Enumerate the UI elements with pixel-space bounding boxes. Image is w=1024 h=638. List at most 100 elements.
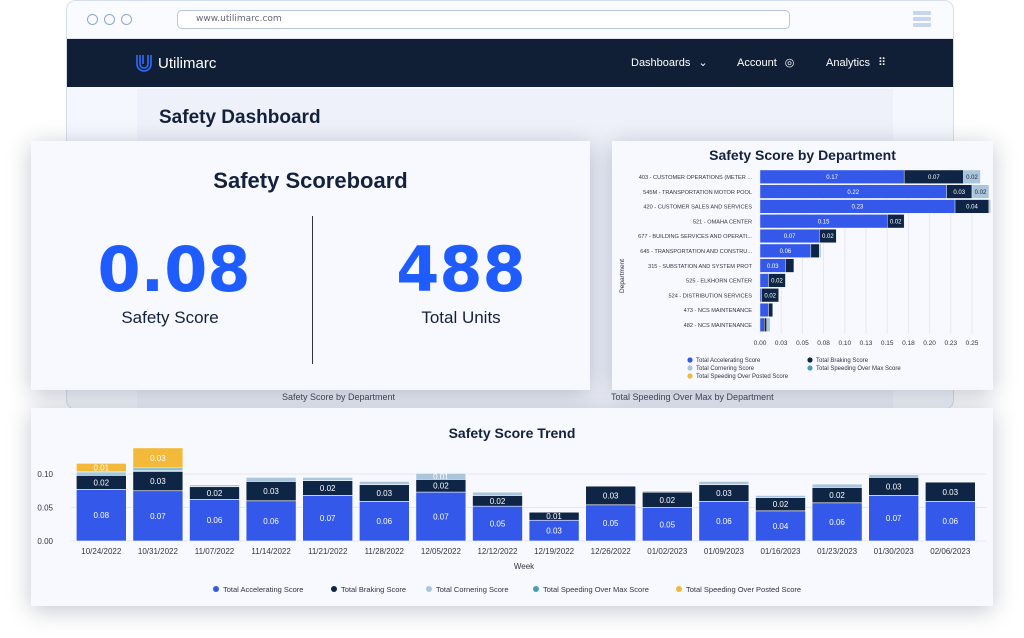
legend-label: Total Braking Score — [816, 358, 869, 364]
legend-marker — [213, 586, 219, 592]
data-label: 0.02 — [773, 500, 789, 509]
x-tick-label: 11/21/2022 — [308, 547, 348, 556]
legend-marker — [807, 357, 813, 363]
safety-score-label: Safety Score — [121, 308, 219, 327]
bar-segment — [868, 474, 920, 478]
nav-label: Analytics — [826, 56, 871, 69]
nav-dashboards[interactable]: Dashboards ⌄ — [631, 56, 708, 70]
background-chart-label: Total Speeding Over Max by Department — [611, 392, 774, 402]
nav-account[interactable]: Account ◎ — [737, 56, 794, 70]
total-units-value: 488 — [396, 233, 526, 306]
data-label: 0.01 — [94, 463, 110, 472]
legend-marker — [687, 373, 693, 379]
data-label: 0.07 — [886, 514, 902, 523]
grid-icon: ⠿ — [878, 57, 887, 69]
category-label: 645 - TRANSPORTATION AND CONSTRU... — [640, 249, 752, 255]
background-chart-label: Safety Score by Department — [282, 392, 396, 402]
legend-label: Total Cornering Score — [696, 366, 755, 372]
data-label: 0.07 — [784, 234, 796, 240]
category-label: 524 - DISTRIBUTION SERVICES — [668, 293, 752, 299]
data-label: 0.03 — [150, 454, 166, 463]
data-label: 0.07 — [433, 513, 449, 522]
bar-segment — [585, 485, 637, 487]
x-tick-label: 12/19/2022 — [534, 547, 575, 556]
x-tick-label: 11/28/2022 — [365, 547, 405, 556]
bar-segment — [768, 302, 773, 317]
url-bar[interactable]: www.utilimarc.com — [177, 10, 790, 29]
nav-analytics[interactable]: Analytics ⠿ — [826, 56, 887, 70]
category-label: 482 - NCS MAINTENANCE — [684, 323, 753, 329]
bar-segment — [759, 302, 769, 317]
bar-segment — [759, 273, 769, 288]
category-label: 315 - SUBSTATION AND SYSTEM PROT — [648, 264, 753, 270]
bar-segment — [924, 481, 976, 483]
bar-segment — [811, 483, 863, 488]
data-label: 0.06 — [943, 517, 959, 526]
legend-marker — [426, 586, 432, 592]
data-label: 0.02 — [771, 279, 783, 285]
safety-score-value: 0.08 — [97, 233, 251, 306]
window-dot-icon[interactable] — [87, 14, 98, 25]
window-dot-icon[interactable] — [121, 14, 132, 25]
nav-label: Account — [737, 56, 777, 69]
x-tick-label: 01/09/2023 — [704, 547, 745, 556]
window-dot-icon[interactable] — [104, 14, 115, 25]
x-tick-label: 01/30/2023 — [874, 547, 915, 556]
data-label: 0.03 — [767, 264, 779, 270]
data-label: 0.03 — [377, 489, 393, 498]
data-label: 0.01 — [433, 472, 449, 481]
data-label: 0.02 — [94, 478, 110, 487]
x-tick-label: 0.13 — [860, 340, 873, 347]
y-tick-label: 0.10 — [37, 470, 53, 479]
legend-marker — [807, 365, 813, 371]
x-tick-label: 0.23 — [944, 340, 957, 347]
bar-segment — [528, 511, 580, 513]
data-label: 0.02 — [490, 497, 506, 506]
x-axis-label: Week — [514, 562, 535, 571]
data-label: 0.07 — [928, 175, 940, 181]
legend-marker — [687, 357, 693, 363]
bar-segment — [988, 199, 991, 214]
legend-marker — [676, 586, 682, 592]
department-chart-card: Safety Score by Department 0.00 0.03 0.05 0… — [612, 141, 993, 390]
data-label: 0.03 — [886, 482, 902, 491]
bar-segment — [302, 477, 354, 481]
x-tick-label: 0.25 — [966, 340, 979, 347]
data-label: 0.03 — [716, 489, 732, 498]
menu-icon[interactable] — [913, 11, 931, 29]
x-tick-label: 01/16/2023 — [760, 547, 801, 556]
category-label: 525 - ELKHORN CENTER — [686, 279, 752, 285]
bar-segment — [189, 484, 240, 488]
x-tick-label: 0.15 — [881, 340, 894, 347]
bar-segment — [766, 317, 771, 332]
x-tick-label: 01/23/2023 — [817, 547, 858, 556]
x-tick-label: 0.05 — [796, 340, 809, 347]
trend-chart-card: Safety Score Trend 0.00 0.05 0.10 0.08 0.02 0… — [31, 408, 993, 606]
data-label: 0.02 — [822, 234, 834, 240]
data-label: 0.05 — [660, 520, 676, 529]
data-label: 0.06 — [263, 517, 279, 526]
category-label: 403 - CUSTOMER OPERATIONS (METER ... — [639, 175, 753, 181]
x-tick-label: 0.20 — [923, 340, 936, 347]
data-label: 0.06 — [207, 516, 223, 525]
x-tick-label: 12/12/2022 — [477, 547, 518, 556]
data-label: 0.02 — [966, 175, 978, 181]
data-label: 0.03 — [943, 488, 959, 497]
data-label: 0.15 — [818, 219, 830, 225]
bar-segment — [472, 491, 523, 496]
bar-segment — [132, 467, 184, 471]
utilimarc-logo-icon — [136, 55, 152, 72]
legend-marker — [533, 586, 539, 592]
legend-marker — [331, 586, 337, 592]
brand-logo[interactable]: Utilimarc — [135, 53, 216, 73]
category-label: 473 - NCS MAINTENANCE — [684, 308, 753, 314]
page-title: Safety Dashboard — [159, 107, 321, 128]
legend-label: Total Speeding Over Posted Score — [686, 585, 801, 594]
data-label: 0.07 — [150, 512, 166, 521]
nav-label: Dashboards — [631, 56, 691, 69]
data-label: 0.05 — [490, 520, 506, 529]
x-tick-label: 0.03 — [775, 340, 788, 347]
bar-segment — [819, 243, 822, 258]
bar-segment — [245, 477, 297, 482]
data-label: 0.08 — [94, 511, 110, 520]
